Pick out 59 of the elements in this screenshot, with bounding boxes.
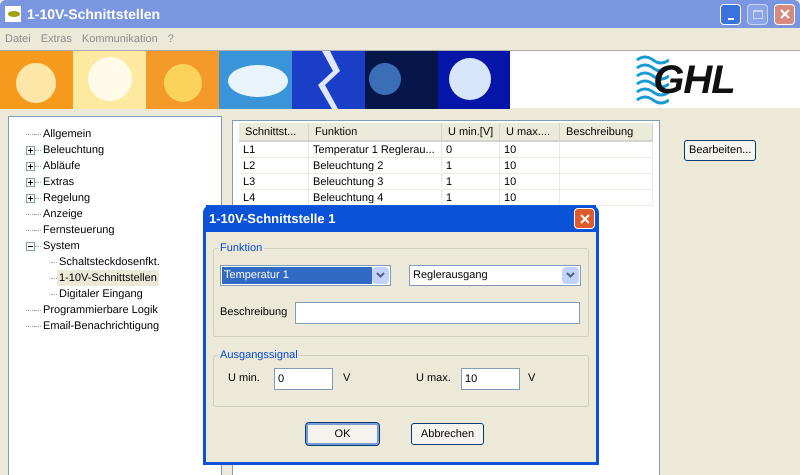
close-icon (580, 214, 590, 224)
tree-item[interactable]: 1-10V-Schnittstellen (57, 270, 159, 286)
dialog-title: 1-10V-Schnittstelle 1 (209, 210, 336, 228)
logo-text: GHL (653, 60, 735, 100)
close-icon (780, 9, 790, 19)
group-label: Ausgangssignal (219, 348, 299, 363)
column-header[interactable]: Schnittst... (239, 123, 309, 140)
collapse-icon[interactable] (26, 242, 35, 250)
field-label: U max. (416, 371, 452, 386)
tree-item[interactable]: Digitaler Eingang (57, 286, 145, 302)
close-button[interactable] (574, 208, 595, 229)
window-title: 1-10V-Schnittstellen (27, 4, 162, 24)
tree-item[interactable]: Fernsteuerung (41, 222, 117, 238)
dropdown[interactable]: Temperatur 1 (220, 264, 391, 286)
tree-item[interactable]: Schaltsteckdosenfkt. (57, 254, 162, 270)
tree-item[interactable]: Programmierbare Logik (41, 302, 160, 318)
tree-item[interactable]: Regelung (41, 190, 92, 206)
tree-item[interactable]: Abläufe (41, 158, 82, 174)
field-label: U min. (228, 371, 261, 386)
expand-icon[interactable] (26, 178, 35, 186)
column-header[interactable]: Beschreibung (560, 123, 653, 140)
column-header[interactable]: Funktion (309, 123, 442, 140)
umin-field[interactable]: 0 (274, 368, 333, 390)
expand-icon[interactable] (26, 162, 35, 170)
dropdown[interactable]: Reglerausgang (409, 264, 581, 286)
field-label: Beschreibung (220, 305, 288, 320)
table-cell: 10 (500, 142, 560, 157)
table-cell: L3 (239, 174, 309, 189)
edit-button[interactable]: Bearbeiten... (684, 140, 756, 161)
table-cell: L2 (239, 158, 309, 173)
tree-item[interactable]: Beleuchtung (41, 142, 106, 158)
app-icon (5, 6, 21, 22)
table-cell: 1 (442, 158, 500, 173)
expand-icon[interactable] (26, 146, 35, 154)
ok-button[interactable]: OK (306, 423, 379, 445)
table-cell: 10 (500, 158, 560, 173)
cancel-button[interactable]: Abbrechen (411, 423, 484, 445)
tree-item[interactable]: Extras (41, 174, 76, 190)
column-header[interactable]: U max.... (500, 123, 560, 140)
tree-item[interactable]: Allgemein (41, 126, 94, 142)
table-cell: 0 (442, 142, 500, 157)
tree-item[interactable]: System (41, 238, 82, 254)
minimize-button[interactable] (720, 4, 741, 24)
description-field[interactable] (295, 302, 580, 324)
table-cell: Beleuchtung 2 (309, 158, 442, 173)
tree-item[interactable]: Email-Benachrichtigung (41, 318, 162, 334)
table-cell: Beleuchtung 3 (309, 174, 442, 189)
table-cell: 1 (442, 174, 500, 189)
table-cell: Temperatur 1 Reglerau... (309, 142, 442, 157)
umax-field[interactable]: 10 (461, 368, 520, 390)
table-cell: L1 (239, 142, 309, 157)
unit-label: V (343, 371, 352, 386)
table-cell: 10 (500, 174, 560, 189)
tree-item[interactable]: Anzeige (41, 206, 85, 222)
unit-label: V (528, 371, 536, 386)
group-label: Funktion (219, 241, 264, 256)
close-button[interactable] (774, 4, 795, 24)
column-header[interactable]: U min.[V] (442, 123, 500, 140)
expand-icon[interactable] (26, 194, 35, 202)
